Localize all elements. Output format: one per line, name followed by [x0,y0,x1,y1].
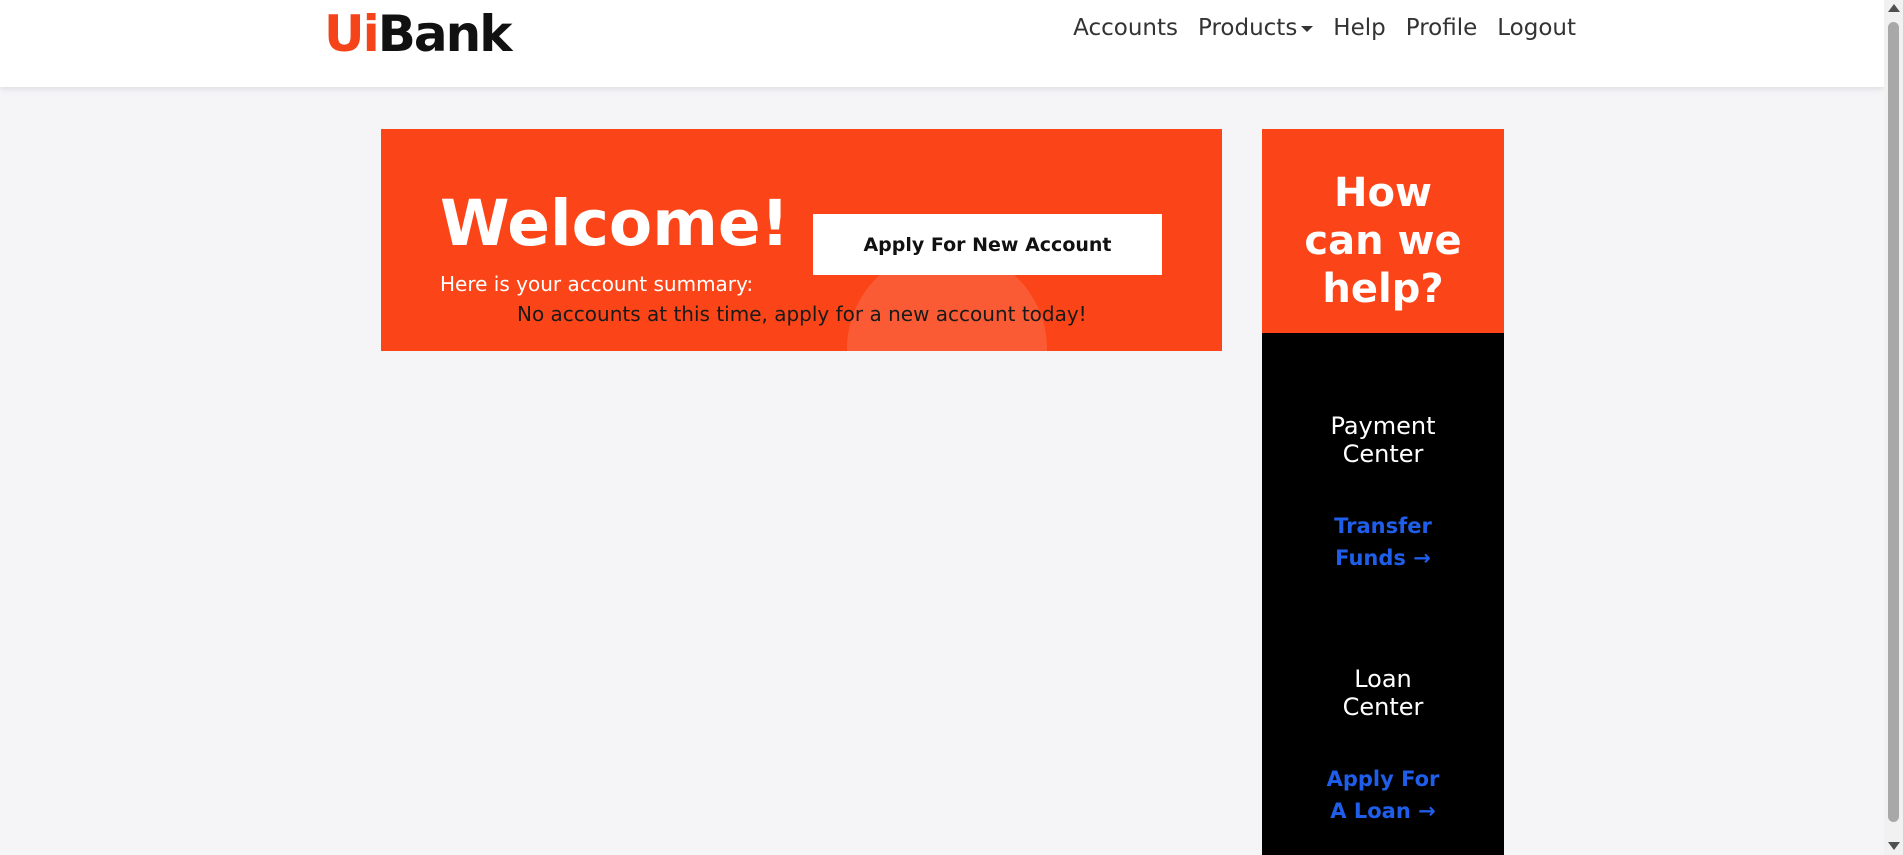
nav-links: Accounts Products Help Profile Logout [1073,15,1576,41]
help-heading-line3: help? [1322,266,1444,312]
uibank-logo[interactable]: UiBank [324,5,513,63]
loan-center-line1: Loan [1354,665,1412,693]
apply-new-account-button[interactable]: Apply For New Account [813,214,1162,275]
scroll-down-arrow-icon[interactable] [1888,842,1900,850]
vertical-scrollbar[interactable] [1884,0,1903,855]
caret-down-icon [1301,25,1314,32]
account-summary-label: Here is your account summary: [440,272,754,296]
logo-ui-text: Ui [324,5,380,63]
scrollbar-thumb[interactable] [1888,22,1899,822]
nav-help-link[interactable]: Help [1333,15,1385,41]
help-sidebar: How can we help? Payment Center Transfer… [1262,129,1504,855]
nav-products-dropdown[interactable]: Products [1197,15,1314,41]
scroll-up-arrow-icon[interactable] [1888,4,1900,12]
apply-for-loan-link[interactable]: Apply For A Loan → [1262,763,1504,827]
page: UiBank Accounts Products Help Profile Lo… [0,0,1903,855]
help-heading: How can we help? [1262,169,1504,313]
nav-products-label: Products [1197,15,1298,41]
top-navbar: UiBank Accounts Products Help Profile Lo… [0,0,1884,87]
loan-center-title: Loan Center [1262,665,1504,721]
welcome-card: Welcome! Here is your account summary: N… [381,129,1222,351]
apply-loan-line2: A Loan → [1330,799,1436,823]
help-header: How can we help? [1262,129,1504,333]
welcome-heading: Welcome! [440,187,790,260]
payment-center-line1: Payment [1330,412,1436,440]
nav-accounts-link[interactable]: Accounts [1073,15,1178,41]
apply-loan-line1: Apply For [1326,767,1440,791]
nav-profile-link[interactable]: Profile [1406,15,1478,41]
help-heading-line2: can we [1304,218,1462,264]
no-accounts-message: No accounts at this time, apply for a ne… [517,302,1087,326]
transfer-funds-line1: Transfer [1334,514,1432,538]
help-heading-line1: How [1334,170,1432,216]
transfer-funds-link[interactable]: Transfer Funds → [1262,510,1504,574]
loan-center-line2: Center [1342,693,1424,721]
payment-center-title: Payment Center [1262,412,1504,468]
payment-center-line2: Center [1342,440,1424,468]
nav-logout-link[interactable]: Logout [1497,15,1576,41]
logo-bank-text: Bank [377,5,513,63]
transfer-funds-line2: Funds → [1335,546,1431,570]
